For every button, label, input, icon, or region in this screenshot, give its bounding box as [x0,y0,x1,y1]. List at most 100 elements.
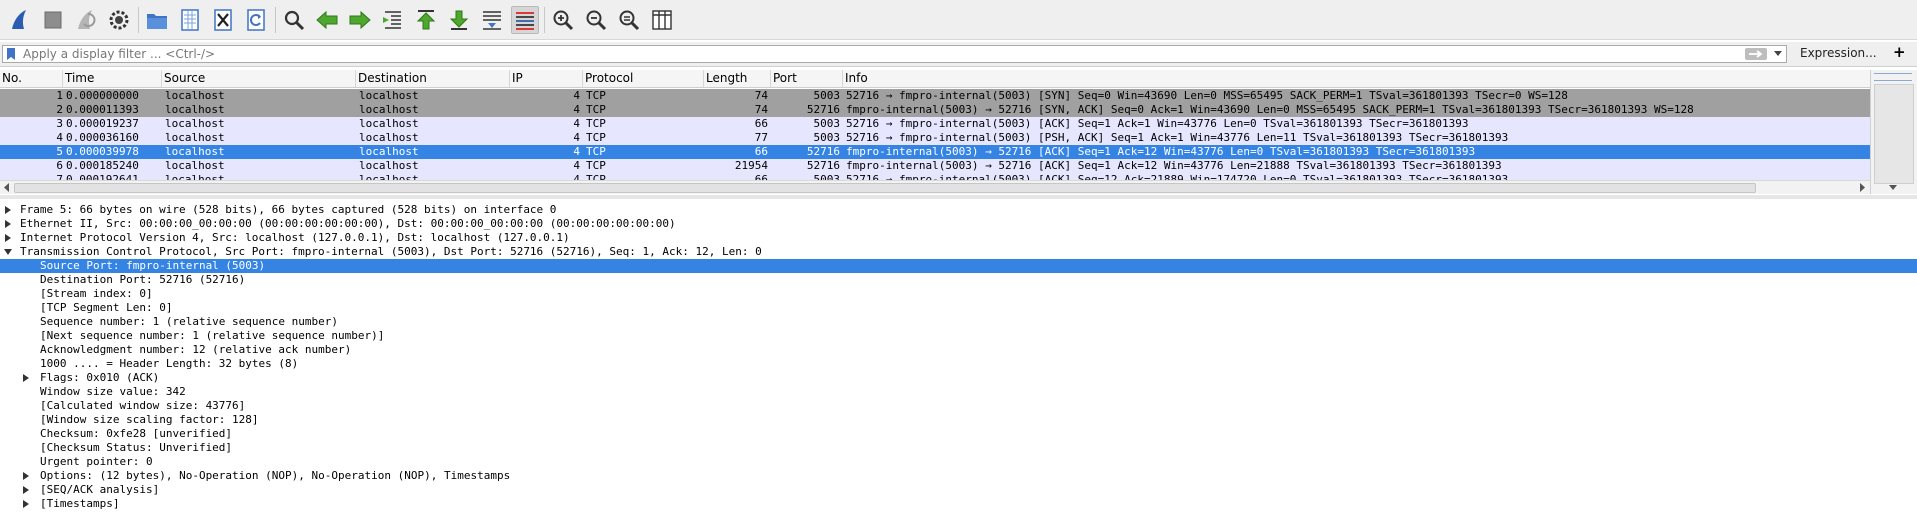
detail-tree-item[interactable]: Acknowledgment number: 12 (relative ack … [0,343,1917,357]
detail-tree-item[interactable]: [TCP Segment Len: 0] [0,301,1917,315]
column-header-source[interactable]: Source [162,70,356,87]
packet-row[interactable]: 2 0.000011393 localhost localhost 4 TCP 74 5271… [0,103,1870,117]
normal-size-button[interactable] [615,6,643,34]
scroll-right-arrow-icon[interactable] [1858,183,1866,192]
cell-source: localhost [165,131,225,144]
expander-closed-icon[interactable] [22,374,30,382]
cell-length: 74 [754,89,768,102]
resize-columns-button[interactable] [648,6,676,34]
column-header-length[interactable]: Length [704,70,771,87]
column-header-info[interactable]: Info [843,70,1870,87]
packet-row[interactable]: 3 0.000019237 localhost localhost 4 TCP 66 5003… [0,117,1870,131]
last-packet-button[interactable] [445,6,473,34]
detail-tree-item[interactable]: Ethernet II, Src: 00:00:00_00:00:00 (00:… [0,217,1917,231]
detail-tree-item[interactable]: [SEQ/ACK analysis] [0,483,1917,497]
expander-closed-icon[interactable] [22,486,30,494]
expander-closed-icon[interactable] [4,220,12,228]
bookmark-icon[interactable] [5,47,17,61]
detail-tree-item[interactable]: [Next sequence number: 1 (relative seque… [0,329,1917,343]
cell-ip: 4 [573,131,580,144]
detail-tree-item[interactable]: Urgent pointer: 0 [0,455,1917,469]
detail-tree-item[interactable]: Destination Port: 52716 (52716) [0,273,1917,287]
packet-list-horizontal-scrollbar[interactable] [0,180,1870,194]
restart-capture-button[interactable] [72,6,100,34]
expander-closed-icon[interactable] [22,472,30,480]
detail-tree-item-label: [SEQ/ACK analysis] [40,483,160,496]
go-back-button[interactable] [313,6,341,34]
expander-open-icon[interactable] [4,248,12,256]
auto-scroll-button[interactable] [478,6,506,34]
detail-tree-item[interactable]: [Timestamps] [0,497,1917,511]
packet-list-vertical-scrollbar[interactable] [1870,70,1917,194]
expander-closed-icon[interactable] [22,500,30,508]
pane-splitter[interactable] [0,195,1917,199]
add-filter-button[interactable]: + [1893,43,1906,61]
scroll-left-arrow-icon[interactable] [3,183,11,192]
detail-tree-item-label: Options: (12 bytes), No-Operation (NOP),… [40,469,511,482]
detail-tree-item[interactable]: [Calculated window size: 43776] [0,399,1917,413]
detail-tree-item[interactable]: Options: (12 bytes), No-Operation (NOP),… [0,469,1917,483]
cell-port: 5003 [813,131,841,144]
detail-tree-item[interactable]: Source Port: fmpro-internal (5003) [0,259,1917,273]
detail-tree-item-label: Urgent pointer: 0 [40,455,153,468]
go-to-packet-button[interactable] [379,6,407,34]
detail-tree-item-label: [Stream index: 0] [40,287,153,300]
find-packet-button[interactable] [280,6,308,34]
detail-tree-item[interactable]: Window size value: 342 [0,385,1917,399]
cell-destination: localhost [359,159,419,172]
expander-closed-icon[interactable] [4,206,12,214]
detail-tree-item[interactable]: Transmission Control Protocol, Src Port:… [0,245,1917,259]
detail-tree-item-label: Frame 5: 66 bytes on wire (528 bits), 66… [20,203,557,216]
expander-closed-icon[interactable] [4,234,12,242]
scroll-down-arrow-icon[interactable] [1888,184,1898,192]
stop-capture-button[interactable] [39,6,67,34]
detail-tree-item[interactable]: Sequence number: 1 (relative sequence nu… [0,315,1917,329]
detail-tree-item-label: [Checksum Status: Unverified] [40,441,233,454]
open-file-button[interactable] [143,6,171,34]
cell-port: 52716 [806,145,840,158]
vertical-scroll-thumb[interactable] [1874,84,1914,184]
cell-info: fmpro-internal(5003) → 52716 [SYN, ACK] … [846,103,1694,116]
chevron-down-icon[interactable] [1773,50,1783,58]
first-packet-button[interactable] [412,6,440,34]
detail-tree-item[interactable]: Checksum: 0xfe28 [unverified] [0,427,1917,441]
packet-row[interactable]: 6 0.000185240 localhost localhost 4 TCP 21954 5… [0,159,1870,173]
detail-tree-item[interactable]: Internet Protocol Version 4, Src: localh… [0,231,1917,245]
packet-row[interactable]: 1 0.000000000 localhost localhost 4 TCP 74 5003… [0,89,1870,103]
packet-row[interactable]: 5 0.000039978 localhost localhost 4 TCP 66 5271… [0,145,1870,159]
detail-tree-item[interactable]: Frame 5: 66 bytes on wire (528 bits), 66… [0,203,1917,217]
display-filter-input[interactable] [23,46,1743,62]
save-file-button[interactable] [176,6,204,34]
close-file-icon [214,8,232,31]
first-packet-icon [416,9,436,29]
cell-protocol: TCP [586,89,606,102]
cell-port: 52716 [806,103,840,116]
reload-file-button[interactable] [242,6,270,34]
cell-length: 74 [754,103,768,116]
column-header-time[interactable]: Time [63,70,162,87]
column-header-protocol[interactable]: Protocol [583,70,704,87]
detail-tree-item-label: Ethernet II, Src: 00:00:00_00:00:00 (00:… [20,217,676,230]
zoom-out-button[interactable] [582,6,610,34]
zoom-in-button[interactable] [549,6,577,34]
detail-tree-item[interactable]: 1000 .... = Header Length: 32 bytes (8) [0,357,1917,371]
colorize-button[interactable] [511,5,539,34]
cell-source: localhost [165,103,225,116]
apply-filter-arrow-icon[interactable] [1745,48,1767,60]
column-header-port[interactable]: Port [771,70,843,87]
column-header-no[interactable]: No. [0,70,63,87]
detail-tree-item[interactable]: [Stream index: 0] [0,287,1917,301]
start-capture-button[interactable] [6,6,34,34]
horizontal-scroll-thumb[interactable] [14,183,1756,193]
detail-tree-item[interactable]: [Checksum Status: Unverified] [0,441,1917,455]
detail-tree-item-label: Flags: 0x010 (ACK) [40,371,160,384]
column-header-ip[interactable]: IP [510,70,583,87]
go-forward-button[interactable] [346,6,374,34]
expression-button[interactable]: Expression... [1800,46,1877,60]
column-header-destination[interactable]: Destination [356,70,510,87]
close-file-button[interactable] [209,6,237,34]
packet-row[interactable]: 4 0.000036160 localhost localhost 4 TCP 77 5003… [0,131,1870,145]
detail-tree-item[interactable]: [Window size scaling factor: 128] [0,413,1917,427]
detail-tree-item[interactable]: Flags: 0x010 (ACK) [0,371,1917,385]
capture-options-button[interactable] [105,6,133,34]
